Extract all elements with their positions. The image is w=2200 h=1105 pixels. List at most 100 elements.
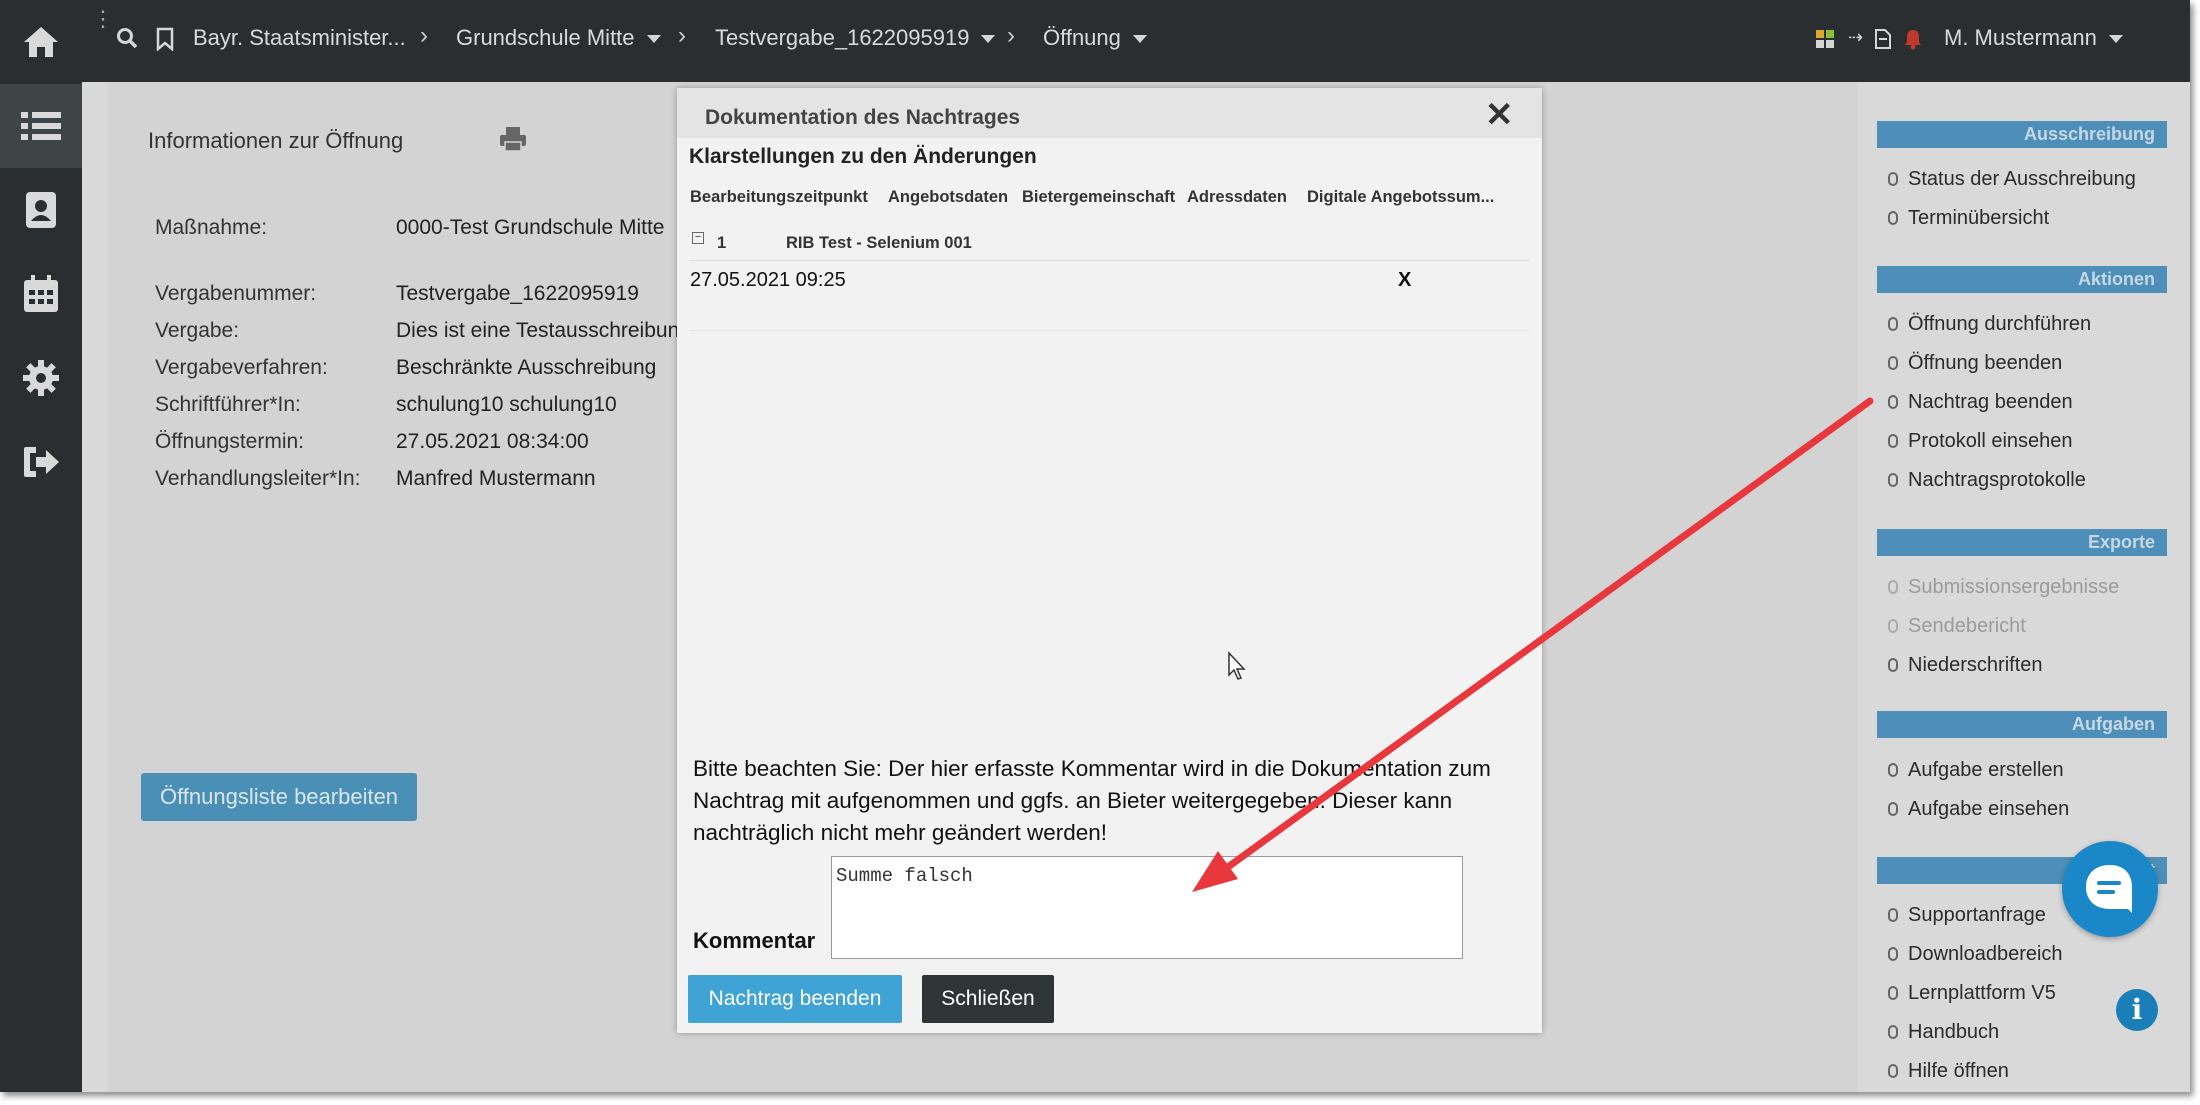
app-window: ⋮ Bayr. Staatsminister... › Grundschule …: [0, 0, 2190, 1092]
chevron-down-icon: [2108, 35, 2123, 44]
menu-item-label: Supportanfrage: [1908, 904, 2046, 926]
menu-item-label: Aufgabe erstellen: [1908, 759, 2064, 781]
menu-item-label: Lernplattform V5: [1908, 982, 2056, 1004]
edit-opening-list-button[interactable]: Öffnungsliste bearbeiten: [141, 773, 417, 821]
menu-item-termine[interactable]: Terminübersicht: [1888, 207, 2049, 230]
chat-button[interactable]: [2062, 841, 2158, 937]
nachtrag-dialog: Dokumentation des Nachtrages ✕ Klarstell…: [677, 88, 1542, 1033]
mouse-icon: [1888, 211, 1898, 225]
menu-item-label: Nachtragsprotokolle: [1908, 469, 2086, 491]
menu-item-label: Handbuch: [1908, 1021, 2000, 1043]
menu-item-label: Downloadbereich: [1908, 943, 2063, 965]
menu-item-niederschriften[interactable]: Niederschriften: [1888, 654, 2043, 677]
finish-nachtrag-button[interactable]: Nachtrag beenden: [688, 975, 902, 1023]
column-header[interactable]: Bietergemeinschaft: [1022, 188, 1175, 207]
menu-item-handbuch[interactable]: Handbuch: [1888, 1021, 1999, 1044]
list-icon[interactable]: [0, 84, 82, 168]
mouse-icon: [1888, 580, 1898, 594]
group-name: RIB Test - Selenium 001: [786, 234, 972, 252]
vertical-dots-icon[interactable]: ⋮: [92, 8, 114, 30]
field-value: Testvergabe_1622095919: [396, 282, 639, 305]
breadcrumb-ministry[interactable]: Bayr. Staatsminister...: [193, 25, 406, 51]
mouse-icon: [1888, 434, 1898, 448]
comment-textarea[interactable]: Summe falsch: [831, 856, 1463, 959]
breadcrumb-vergabe[interactable]: Testvergabe_1622095919: [715, 25, 996, 51]
chevron-down-icon: [646, 35, 661, 44]
column-header[interactable]: Digitale Angebotssum...: [1307, 188, 1494, 207]
field-value: 0000-Test Grundschule Mitte: [396, 216, 665, 239]
field-label: Vergabenummer:: [155, 282, 317, 305]
mouse-icon: [1888, 908, 1898, 922]
sign-out-icon[interactable]: [0, 420, 82, 504]
field-value: Beschränkte Ausschreibung: [396, 356, 657, 379]
mouse-icon: [1888, 947, 1898, 961]
breadcrumb-separator: ›: [1007, 22, 1015, 49]
top-bar: ⋮ Bayr. Staatsminister... › Grundschule …: [82, 0, 2190, 82]
dialog-note: Bitte beachten Sie: Der hier erfasste Ko…: [693, 756, 1491, 845]
menu-item-label: Submissionsergebnisse: [1908, 576, 2120, 598]
group-number: 1: [717, 234, 727, 252]
menu-item-aufgabe-einsehen[interactable]: Aufgabe einsehen: [1888, 798, 2069, 821]
mouse-icon: [1888, 619, 1898, 633]
menu-item-status[interactable]: Status der Ausschreibung: [1888, 168, 2136, 191]
menu-item-aufgabe-erstellen[interactable]: Aufgabe erstellen: [1888, 759, 2064, 782]
info-icon[interactable]: i: [2116, 989, 2158, 1031]
menu-item-oeffnung-beenden[interactable]: Öffnung beenden: [1888, 352, 2062, 375]
collapse-icon[interactable]: −: [692, 232, 704, 244]
menu-item-label: Öffnung beenden: [1908, 352, 2063, 374]
mouse-icon: [1888, 356, 1898, 370]
menu-item-downloadbereich[interactable]: Downloadbereich: [1888, 943, 2063, 966]
dialog-subtitle: Klarstellungen zu den Änderungen: [689, 145, 1037, 168]
bell-icon[interactable]: [1904, 28, 1922, 55]
menu-item-hilfe[interactable]: Hilfe öffnen: [1888, 1060, 2009, 1083]
group-row[interactable]: − 1 RIB Test - Selenium 001: [689, 228, 1529, 261]
document-icon[interactable]: [1874, 28, 1892, 55]
modules-icon[interactable]: [1816, 30, 1834, 53]
field-label: Vergabe:: [155, 319, 240, 342]
dialog-title: Dokumentation des Nachtrages: [705, 106, 1021, 129]
section-header-exporte: Exporte: [1877, 529, 2167, 556]
user-menu[interactable]: M. Mustermann: [1944, 25, 2123, 51]
comment-label: Kommentar: [693, 928, 816, 953]
user-name: M. Mustermann: [1944, 25, 2097, 50]
menu-item-nachtragsprotokolle[interactable]: Nachtragsprotokolle: [1888, 469, 2086, 492]
close-button[interactable]: Schließen: [922, 975, 1054, 1023]
breadcrumb-oeffnung-label: Öffnung: [1043, 25, 1121, 50]
mouse-icon: [1888, 473, 1898, 487]
gear-icon[interactable]: [0, 336, 82, 420]
close-icon[interactable]: ✕: [1485, 98, 1514, 132]
address-book-icon[interactable]: [0, 168, 82, 252]
column-header[interactable]: Bearbeitungszeitpunkt: [690, 188, 868, 207]
menu-item-supportanfrage[interactable]: Supportanfrage: [1888, 904, 2046, 927]
field-label: Vergabeverfahren:: [155, 356, 328, 379]
menu-item-oeffnung-durchfuehren[interactable]: Öffnung durchführen: [1888, 313, 2091, 336]
transfer-icon[interactable]: ⇢: [1848, 27, 1863, 48]
menu-item-nachtrag-beenden[interactable]: Nachtrag beenden: [1888, 391, 2073, 414]
bookmark-icon[interactable]: [156, 27, 174, 56]
mouse-icon: [1888, 802, 1898, 816]
print-icon[interactable]: [499, 126, 527, 157]
calendar-icon[interactable]: [0, 252, 82, 336]
menu-item-submissionsergebnisse: Submissionsergebnisse: [1888, 576, 2119, 599]
mouse-icon: [1888, 986, 1898, 1000]
home-icon[interactable]: [0, 0, 82, 84]
mouse-icon: [1888, 395, 1898, 409]
menu-item-label: Nachtrag beenden: [1908, 391, 2073, 413]
section-header-aufgaben: Aufgaben: [1877, 711, 2167, 738]
search-icon[interactable]: [116, 27, 138, 54]
field-value: 27.05.2021 08:34:00: [396, 430, 589, 453]
breadcrumb-separator: ›: [420, 22, 428, 49]
breadcrumb-oeffnung[interactable]: Öffnung: [1043, 25, 1147, 51]
menu-item-lernplattform[interactable]: Lernplattform V5: [1888, 982, 2056, 1005]
column-header[interactable]: Adressdaten: [1187, 188, 1287, 207]
table-row[interactable]: 27.05.2021 09:25 X: [689, 260, 1529, 331]
breadcrumb-school[interactable]: Grundschule Mitte: [456, 25, 661, 51]
breadcrumb-vergabe-label: Testvergabe_1622095919: [715, 25, 970, 50]
menu-item-label: Öffnung durchführen: [1908, 313, 2092, 335]
breadcrumb-school-label: Grundschule Mitte: [456, 25, 635, 50]
menu-item-label: Sendebericht: [1908, 615, 2026, 637]
menu-item-protokoll[interactable]: Protokoll einsehen: [1888, 430, 2073, 453]
column-header[interactable]: Angebotsdaten: [888, 188, 1008, 207]
mouse-icon: [1888, 1025, 1898, 1039]
menu-item-label: Terminübersicht: [1908, 207, 2050, 229]
